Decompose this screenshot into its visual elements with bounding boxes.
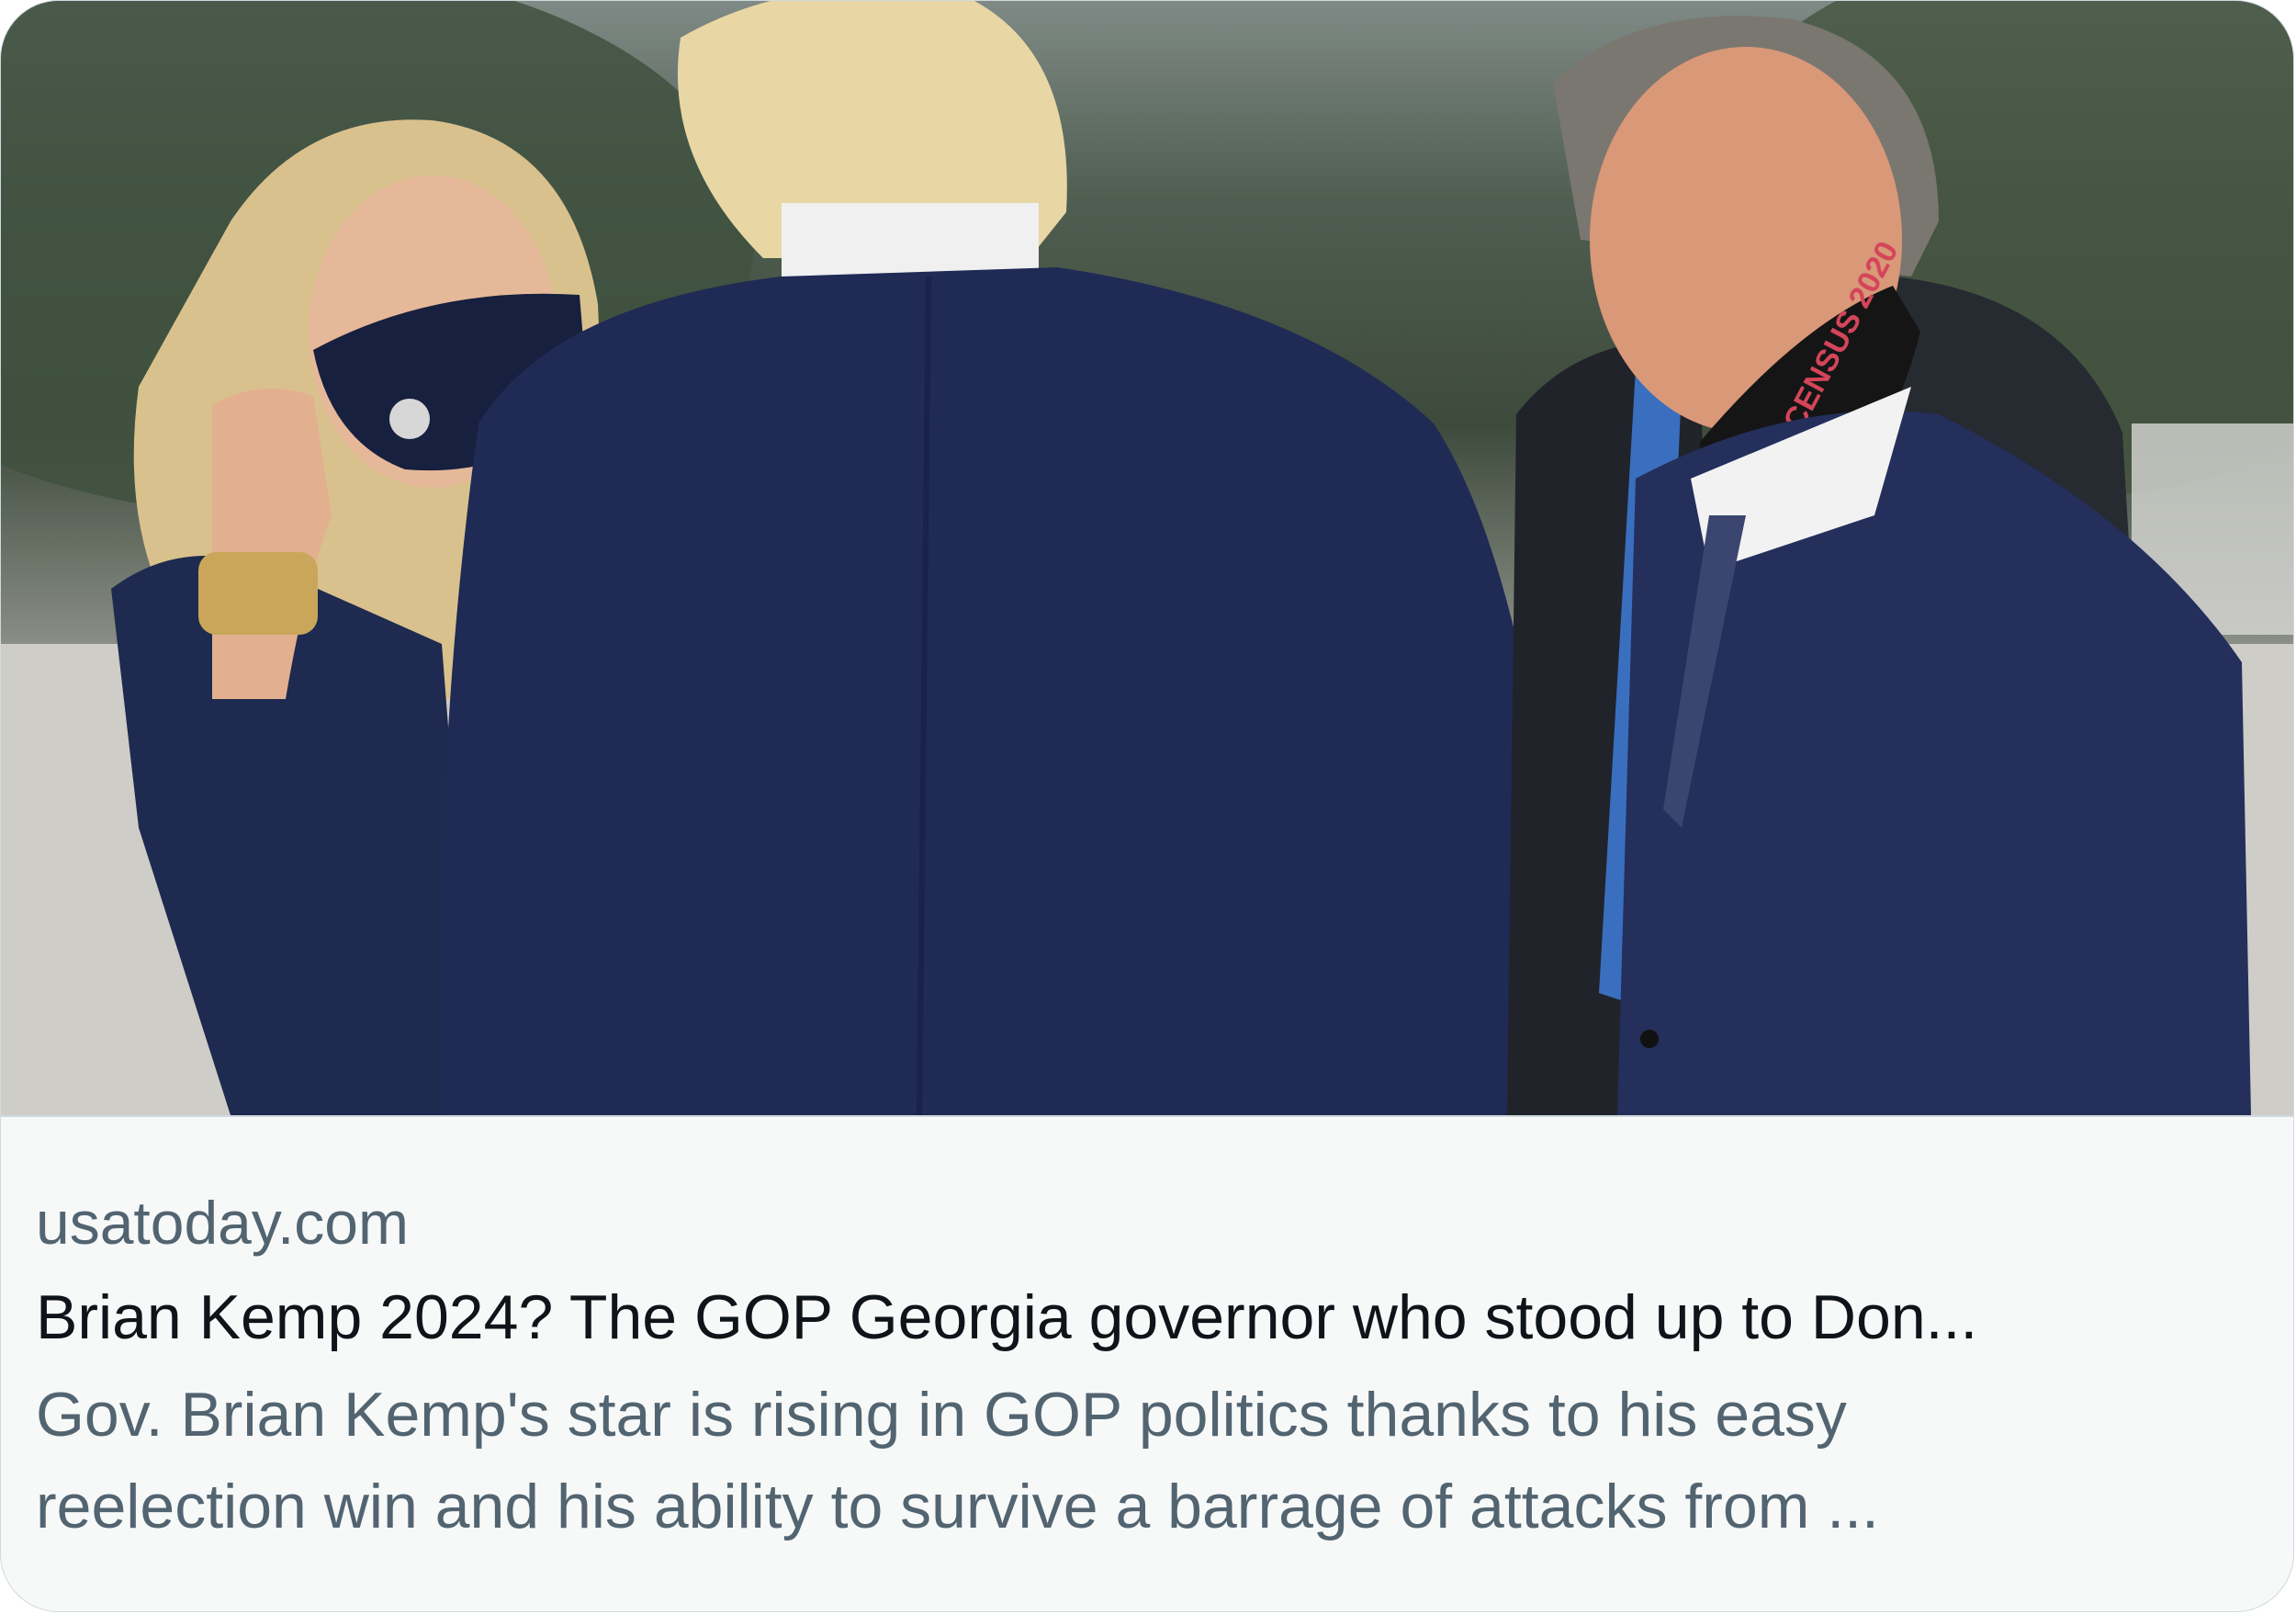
- link-preview-card[interactable]: CENSUS 2020 usatoday.com Brian Kemp 2024…: [0, 0, 2294, 1612]
- link-title[interactable]: Brian Kemp 2024? The GOP Georgia governo…: [36, 1271, 2240, 1363]
- card-divider: [1, 1115, 2293, 1117]
- link-domain: usatoday.com: [36, 1189, 409, 1257]
- article-photo[interactable]: CENSUS 2020: [1, 1, 2293, 1115]
- center-man-suit: [440, 267, 1581, 1115]
- mask-seal: [389, 399, 430, 439]
- photo-illustration: CENSUS 2020: [1, 1, 2293, 1115]
- suit-button: [1640, 1030, 1659, 1048]
- link-meta[interactable]: usatoday.com Brian Kemp 2024? The GOP Ge…: [36, 1181, 2240, 1552]
- woman-bracelets: [198, 552, 318, 635]
- link-description: Gov. Brian Kemp's star is rising in GOP …: [36, 1380, 1879, 1541]
